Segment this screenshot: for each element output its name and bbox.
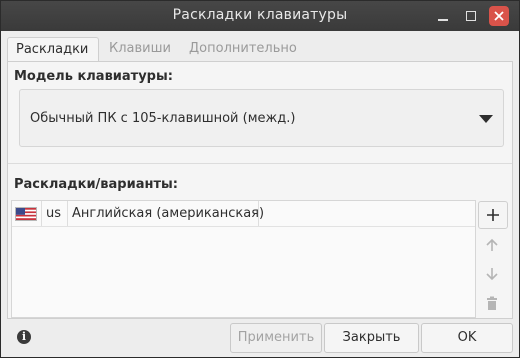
maximize-button[interactable]	[461, 6, 481, 26]
section-divider	[8, 163, 512, 164]
layout-code: us	[46, 206, 62, 221]
dropdown-arrow-icon	[479, 115, 493, 123]
close-window-button[interactable]	[489, 6, 509, 26]
move-down-button[interactable]	[478, 261, 508, 289]
trash-icon	[487, 296, 497, 310]
column-divider	[258, 201, 259, 226]
keyboard-model-value: Обычный ПК с 105-клавишной (межд.)	[30, 111, 296, 126]
column-divider	[67, 201, 68, 226]
title-bar[interactable]: Раскладки клавиатуры	[1, 1, 519, 31]
layouts-list[interactable]: us Английская (американская)	[11, 200, 476, 318]
layout-name: Английская (американская)	[72, 206, 265, 221]
arrow-up-icon	[486, 238, 498, 251]
info-icon[interactable]: i	[17, 330, 31, 344]
keyboard-layouts-dialog: Раскладки клавиатуры Раскладки Клавиши Д…	[0, 0, 520, 358]
column-divider	[41, 201, 42, 226]
ok-button[interactable]: OK	[421, 323, 513, 353]
layout-row[interactable]: us Английская (американская)	[12, 201, 475, 227]
tab-layouts[interactable]: Раскладки	[7, 37, 99, 63]
apply-button[interactable]: Применить	[230, 323, 322, 353]
close-icon	[494, 11, 504, 21]
layouts-variants-label: Раскладки/варианты:	[14, 177, 178, 192]
arrow-down-icon	[486, 268, 498, 281]
close-button[interactable]: Закрыть	[324, 323, 419, 353]
keyboard-model-dropdown[interactable]: Обычный ПК с 105-клавишной (межд.)	[19, 89, 504, 147]
add-layout-button[interactable]	[478, 201, 508, 229]
tab-advanced[interactable]: Дополнительно	[181, 37, 305, 61]
keyboard-model-label: Модель клавиатуры:	[14, 69, 173, 84]
us-flag-icon	[15, 207, 37, 221]
plus-icon	[487, 209, 499, 221]
move-up-button[interactable]	[478, 232, 508, 260]
layouts-panel: Модель клавиатуры: Обычный ПК с 105-клав…	[7, 61, 513, 319]
minimize-button[interactable]	[433, 6, 453, 26]
remove-layout-button[interactable]	[478, 290, 508, 318]
tab-keys[interactable]: Клавиши	[101, 37, 179, 61]
